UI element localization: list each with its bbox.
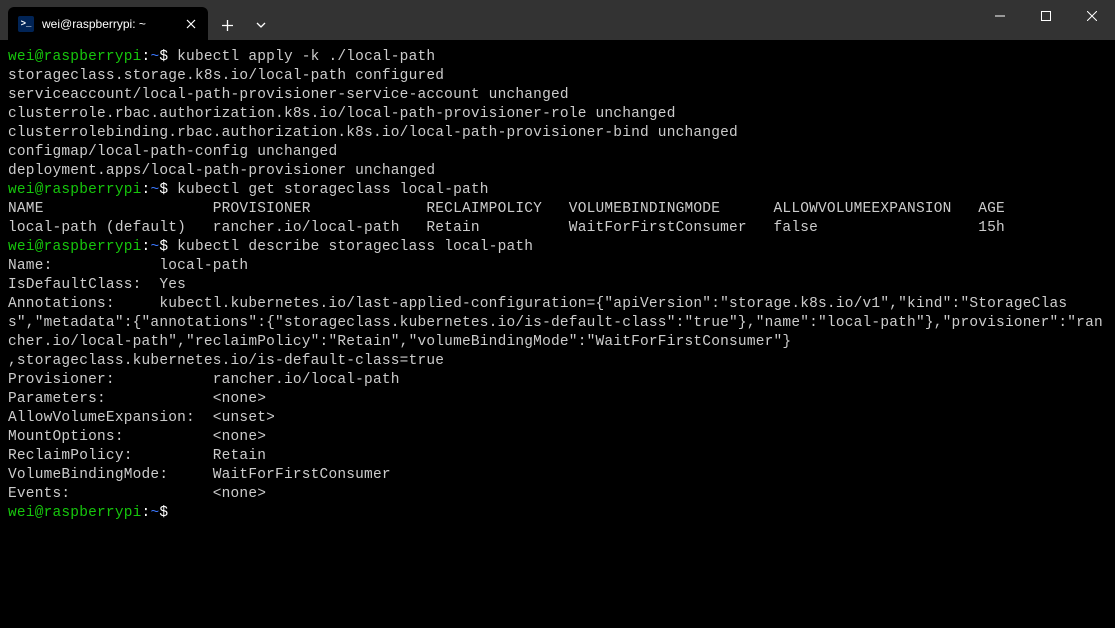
prompt-user: wei@raspberrypi	[8, 49, 142, 65]
prompt-dollar: $	[159, 182, 168, 198]
command-text: kubectl apply -k ./local-path	[168, 49, 435, 65]
output-line: deployment.apps/local-path-provisioner u…	[8, 162, 1107, 181]
terminal-tab[interactable]: >_ wei@raspberrypi: ~	[8, 7, 208, 40]
prompt-path: ~	[150, 505, 159, 521]
tab-area: >_ wei@raspberrypi: ~	[0, 0, 276, 40]
prompt-line-3: wei@raspberrypi:~$ kubectl describe stor…	[8, 238, 1107, 257]
tab-dropdown-button[interactable]	[246, 10, 276, 40]
powershell-icon: >_	[18, 16, 34, 32]
prompt-path: ~	[150, 239, 159, 255]
output-line: serviceaccount/local-path-provisioner-se…	[8, 86, 1107, 105]
output-line: ,storageclass.kubernetes.io/is-default-c…	[8, 352, 1107, 371]
window-controls	[977, 0, 1115, 32]
minimize-button[interactable]	[977, 0, 1023, 32]
prompt-dollar: $	[159, 49, 168, 65]
output-line: configmap/local-path-config unchanged	[8, 143, 1107, 162]
output-line: AllowVolumeExpansion: <unset>	[8, 409, 1107, 428]
output-line: clusterrole.rbac.authorization.k8s.io/lo…	[8, 105, 1107, 124]
output-line: Annotations: kubectl.kubernetes.io/last-…	[8, 295, 1107, 352]
maximize-button[interactable]	[1023, 0, 1069, 32]
prompt-user: wei@raspberrypi	[8, 182, 142, 198]
prompt-line-4: wei@raspberrypi:~$	[8, 504, 1107, 523]
command-text: kubectl describe storageclass local-path	[168, 239, 533, 255]
output-line: Provisioner: rancher.io/local-path	[8, 371, 1107, 390]
output-line: clusterrolebinding.rbac.authorization.k8…	[8, 124, 1107, 143]
prompt-user: wei@raspberrypi	[8, 239, 142, 255]
prompt-dollar: $	[159, 505, 168, 521]
prompt-line-2: wei@raspberrypi:~$ kubectl get storagecl…	[8, 181, 1107, 200]
output-line: MountOptions: <none>	[8, 428, 1107, 447]
terminal-body[interactable]: wei@raspberrypi:~$ kubectl apply -k ./lo…	[0, 40, 1115, 628]
new-tab-button[interactable]	[212, 10, 242, 40]
output-line: storageclass.storage.k8s.io/local-path c…	[8, 67, 1107, 86]
prompt-dollar: $	[159, 239, 168, 255]
output-header: NAME PROVISIONER RECLAIMPOLICY VOLUMEBIN…	[8, 200, 1107, 219]
powershell-icon-glyph: >_	[21, 19, 32, 29]
output-line: VolumeBindingMode: WaitForFirstConsumer	[8, 466, 1107, 485]
output-line: IsDefaultClass: Yes	[8, 276, 1107, 295]
prompt-path: ~	[150, 182, 159, 198]
tab-close-button[interactable]	[182, 15, 200, 33]
output-line: Events: <none>	[8, 485, 1107, 504]
output-row: local-path (default) rancher.io/local-pa…	[8, 219, 1107, 238]
close-button[interactable]	[1069, 0, 1115, 32]
prompt-path: ~	[150, 49, 159, 65]
tab-title: wei@raspberrypi: ~	[42, 17, 174, 31]
output-line: Parameters: <none>	[8, 390, 1107, 409]
prompt-user: wei@raspberrypi	[8, 505, 142, 521]
titlebar: >_ wei@raspberrypi: ~	[0, 0, 1115, 40]
command-text: kubectl get storageclass local-path	[168, 182, 488, 198]
output-line: ReclaimPolicy: Retain	[8, 447, 1107, 466]
output-line: Name: local-path	[8, 257, 1107, 276]
prompt-line-1: wei@raspberrypi:~$ kubectl apply -k ./lo…	[8, 48, 1107, 67]
